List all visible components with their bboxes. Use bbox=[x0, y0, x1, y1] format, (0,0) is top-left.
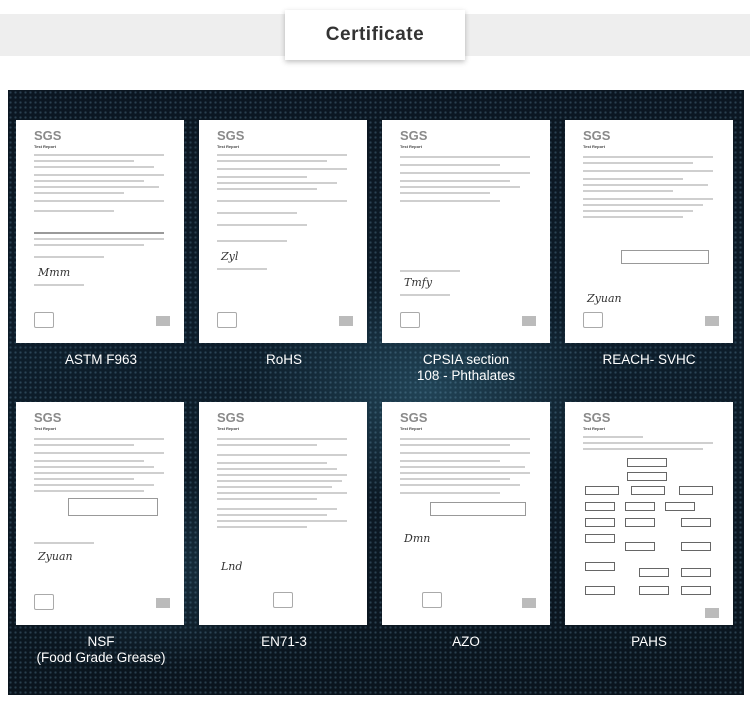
signature: Dmn bbox=[404, 532, 431, 545]
certificate-label-reach: REACH- SVHC bbox=[602, 352, 696, 367]
sgs-seal-icon bbox=[522, 598, 536, 608]
signature: Zyuan bbox=[38, 550, 73, 563]
sgs-seal-icon bbox=[522, 316, 536, 326]
certificate-rohs[interactable]: SGS Test Report Zyl bbox=[199, 120, 367, 343]
certificate-label-en71: EN71-3 bbox=[261, 634, 307, 649]
sgs-stamp-icon bbox=[34, 594, 54, 610]
title-box: Certificate bbox=[285, 10, 465, 60]
sgs-stamp-icon bbox=[273, 592, 293, 608]
certificate-azo[interactable]: SGS Test Report Dmn bbox=[382, 402, 550, 625]
report-heading: Test Report bbox=[400, 144, 422, 149]
certificate-cpsia[interactable]: SGS Test Report Tmfy bbox=[382, 120, 550, 343]
sgs-logo: SGS bbox=[34, 128, 62, 143]
sgs-logo: SGS bbox=[583, 410, 611, 425]
sgs-stamp-icon bbox=[583, 312, 603, 328]
sgs-seal-icon bbox=[156, 316, 170, 326]
signature: Lnd bbox=[221, 560, 243, 573]
sgs-logo: SGS bbox=[217, 410, 245, 425]
certificate-astm-f963[interactable]: SGS Test Report Mmm bbox=[16, 120, 184, 343]
report-heading: Test Report bbox=[217, 144, 239, 149]
signature: Tmfy bbox=[404, 276, 433, 289]
sgs-logo: SGS bbox=[400, 128, 428, 143]
sgs-logo: SGS bbox=[583, 128, 611, 143]
sgs-seal-icon bbox=[156, 598, 170, 608]
sgs-stamp-icon bbox=[422, 592, 442, 608]
certificate-label-cpsia: CPSIA section 108 - Phthalates bbox=[416, 352, 516, 383]
certificate-label-astm: ASTM F963 bbox=[64, 352, 138, 367]
sgs-seal-icon bbox=[705, 316, 719, 326]
report-heading: Test Report bbox=[400, 426, 422, 431]
certificate-label-azo: AZO bbox=[452, 634, 480, 649]
report-heading: Test Report bbox=[217, 426, 239, 431]
signature: Mmm bbox=[38, 266, 71, 279]
report-heading: Test Report bbox=[583, 426, 605, 431]
sgs-seal-icon bbox=[705, 608, 719, 618]
sgs-logo: SGS bbox=[34, 410, 62, 425]
sgs-logo: SGS bbox=[400, 410, 428, 425]
signature: Zyuan bbox=[587, 292, 622, 305]
sgs-stamp-icon bbox=[34, 312, 54, 328]
report-heading: Test Report bbox=[583, 144, 605, 149]
sgs-logo: SGS bbox=[217, 128, 245, 143]
signature: Zyl bbox=[221, 250, 239, 263]
certificate-en71-3[interactable]: SGS Test Report Lnd bbox=[199, 402, 367, 625]
certificate-panel: SGS Test Report Mmm SGS Test Report Zyl bbox=[8, 90, 744, 695]
certificate-nsf[interactable]: SGS Test Report Zyuan bbox=[16, 402, 184, 625]
page-title: Certificate bbox=[325, 24, 425, 45]
certificate-label-pahs: PAHS bbox=[631, 634, 667, 649]
certificate-pahs[interactable]: SGS Test Report bbox=[565, 402, 733, 625]
sgs-stamp-icon bbox=[400, 312, 420, 328]
report-heading: Test Report bbox=[34, 426, 56, 431]
sgs-stamp-icon bbox=[217, 312, 237, 328]
report-heading: Test Report bbox=[34, 144, 56, 149]
certificate-reach-svhc[interactable]: SGS Test Report Zyuan bbox=[565, 120, 733, 343]
sgs-seal-icon bbox=[339, 316, 353, 326]
certificate-label-rohs: RoHS bbox=[265, 352, 302, 367]
certificate-label-nsf: NSF (Food Grade Grease) bbox=[36, 634, 166, 665]
